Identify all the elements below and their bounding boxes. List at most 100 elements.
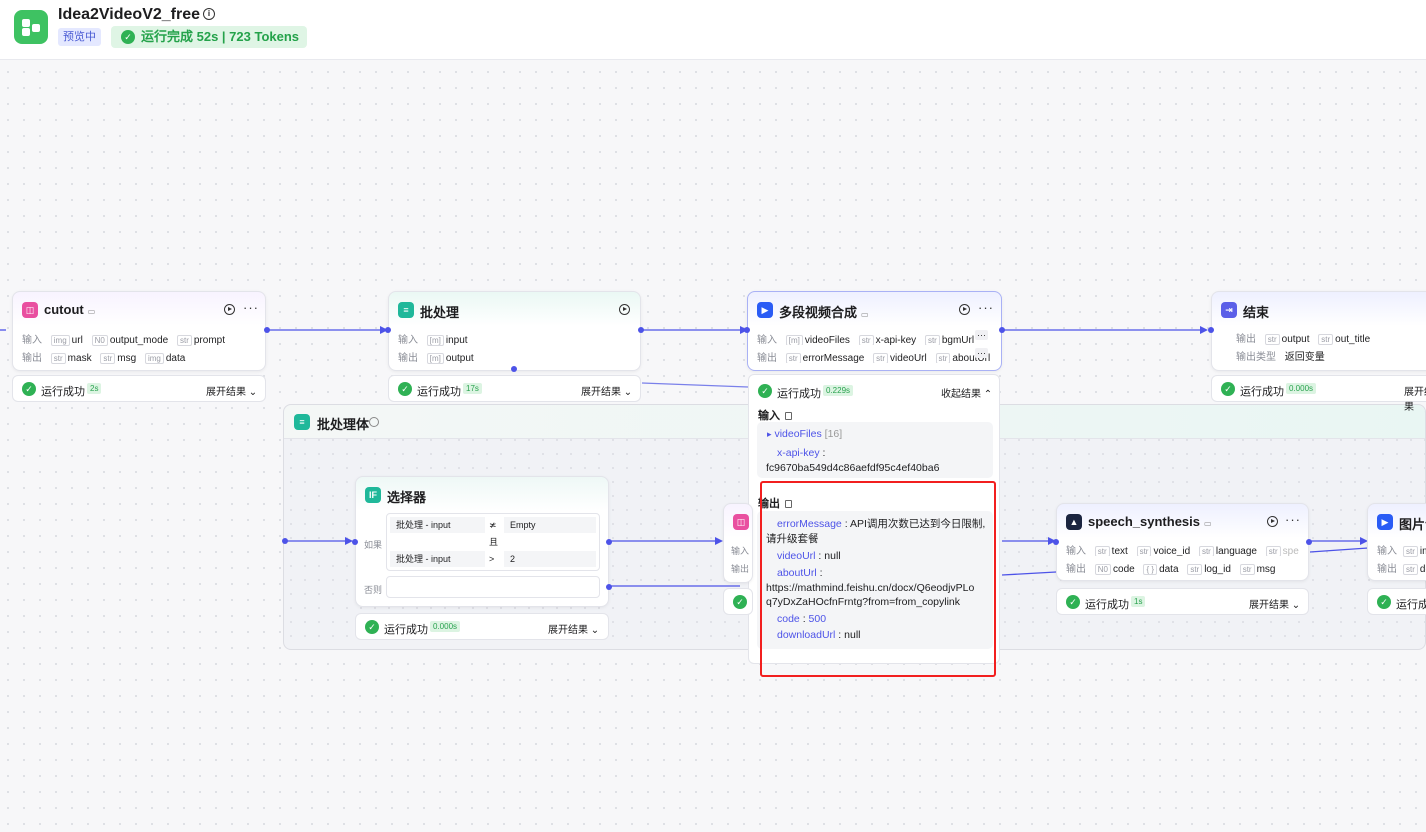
output-handle[interactable] — [264, 327, 270, 333]
expand-result-button[interactable]: 展开结果 — [1404, 383, 1426, 413]
status-text: 运行成功 — [417, 386, 461, 398]
outputs-row: 输出strdov — [1377, 564, 1426, 575]
input-handle[interactable] — [1208, 327, 1214, 333]
group-input-handle[interactable] — [282, 538, 288, 544]
outputs-row: 输出 str mask str msg img data — [22, 353, 186, 364]
inputs-row: 输入 img url N0 output_mode str prompt — [22, 335, 225, 346]
inputs-row: 输入 [m] videoFiles str x-api-key str bgmUrl — [757, 335, 975, 345]
collapse-result-button[interactable]: 收起结果 ⌃ — [941, 385, 992, 400]
condition-left: 批处理 - input — [390, 551, 485, 567]
end-result-bar[interactable]: ✓ 运行成功 0.000s 展开结果 — [1211, 375, 1426, 413]
more-icon[interactable]: ··· — [243, 300, 259, 315]
more-inputs-button[interactable]: ··· — [975, 330, 988, 340]
output-handle[interactable] — [999, 327, 1005, 333]
check-icon: ✓ — [758, 384, 772, 398]
speech-icon: ▲ — [1066, 514, 1082, 530]
chevron-up-icon: ⌃ — [983, 389, 993, 400]
duration-badge: 17s — [463, 383, 482, 394]
input-values: ▸ videoFiles [16] x-api-key : fc9670ba54… — [757, 422, 993, 478]
status-text: 运行成功 — [1085, 599, 1129, 611]
image-audio-result-bar[interactable]: ✓ 运行成 — [1367, 588, 1426, 615]
expand-result-button[interactable]: 展开结果 ⌄ — [1249, 596, 1300, 611]
node-batch[interactable]: ≡ 批处理 输入 [m] input 输出 [m] output — [385, 291, 644, 372]
node-multi-video[interactable]: ▶ 多段视频合成 ▭ ··· 输入 [m] videoFiles str x-api-… — [744, 291, 1005, 371]
speech-result-bar[interactable]: ✓ 运行成功 1s 展开结果 ⌄ — [1056, 588, 1309, 615]
arrow — [715, 537, 723, 545]
workflow-edges — [0, 326, 1369, 587]
condition-operator: > — [489, 554, 495, 564]
node-title: 结束 — [1243, 305, 1270, 320]
duration-badge: 2s — [87, 383, 102, 394]
inputs-row: 输入 str text str voice_id str language str sp… — [1066, 546, 1299, 556]
if-icon: IF — [365, 487, 381, 503]
status-text: 运行成功 — [384, 624, 428, 636]
input-handle[interactable] — [385, 327, 391, 333]
more-outputs-button[interactable]: ··· — [975, 348, 988, 358]
condition-box[interactable]: 批处理 - input ≭ Empty 且 批处理 - input > 2 — [386, 513, 600, 571]
run-node-icon[interactable] — [619, 304, 630, 315]
else-handle[interactable] — [606, 584, 612, 590]
expand-result-button[interactable]: 展开结果 ⌄ — [548, 621, 599, 636]
body-handle[interactable] — [511, 366, 517, 372]
node-speech-synthesis[interactable]: ▲ speech_synthesis ▭ ··· 输入 str text str vo… — [1053, 503, 1312, 581]
if-label: 如果 — [364, 540, 383, 550]
node-selector[interactable]: IF 选择器 如果 批处理 - input ≭ Empty 且 批处理 - in… — [352, 476, 612, 607]
duration-badge: 0.000s — [430, 621, 461, 632]
node-title: cutout — [44, 302, 84, 317]
and-label: 且 — [489, 537, 499, 547]
videofiles-row[interactable]: ▸ videoFiles [16] — [767, 427, 842, 442]
node-end[interactable]: ⇥ 结束 输出 str output str out_title 输出类型 返回变量 — [1208, 291, 1426, 371]
video-icon: ▶ — [1377, 514, 1393, 530]
check-icon: ✓ — [1221, 382, 1235, 396]
status-text: 运行成功 — [1240, 386, 1284, 398]
selector-result-bar[interactable]: ✓ 运行成功 0.000s 展开结果 ⌄ — [355, 613, 609, 640]
expand-result-button[interactable]: 展开结果 ⌄ — [206, 383, 257, 398]
check-icon: ✓ — [398, 382, 412, 396]
output-handle[interactable] — [638, 327, 644, 333]
run-node-icon[interactable] — [224, 304, 235, 315]
node-title: speech_synthesis — [1088, 514, 1201, 529]
plugin-icon: ▭ — [1204, 519, 1212, 528]
else-label: 否则 — [364, 585, 383, 595]
plugin-icon: ▭ — [87, 307, 96, 316]
chevron-down-icon: ⌄ — [590, 625, 600, 636]
more-icon[interactable]: ··· — [978, 300, 994, 315]
video-icon: ▶ — [757, 302, 773, 318]
check-icon: ✓ — [365, 620, 379, 634]
node-partial[interactable]: ◫ 输入 输出 — [723, 503, 753, 583]
arrow — [1200, 326, 1208, 334]
node-icon: ◫ — [733, 514, 749, 530]
xapikey-value: fc9670ba549d4c86aefdf95c4ef40ba6 — [766, 462, 940, 474]
exit-icon: ⇥ — [1221, 302, 1237, 318]
edge — [1001, 571, 1057, 576]
inputs-row: 输入strima — [1377, 546, 1426, 557]
run-node-icon[interactable] — [959, 304, 970, 315]
output-handle[interactable] — [606, 539, 612, 545]
condition-operator: ≭ — [489, 520, 497, 530]
node-cutout[interactable]: ◫ cutout ▭ ··· 输入 img url N0 output_mode st… — [12, 291, 270, 371]
node-image-audio[interactable]: ▶ 图片音 输入strima 输出strdov — [1367, 503, 1426, 581]
input-handle[interactable] — [1053, 539, 1059, 545]
output-handle[interactable] — [1306, 539, 1312, 545]
edge — [1309, 547, 1369, 553]
status-text: 运行成 — [1396, 599, 1426, 611]
chevron-down-icon: ⌄ — [623, 387, 633, 398]
duration-badge: 0.000s — [1286, 383, 1317, 394]
outputs-row: 输出 str output str out_title — [1236, 334, 1371, 345]
copy-icon[interactable] — [785, 412, 792, 421]
expand-result-button[interactable]: 展开结果 ⌄ — [581, 383, 632, 398]
batch-result-bar[interactable]: ✓ 运行成功 17s 展开结果 ⌄ — [388, 375, 641, 402]
partial-result-bar[interactable]: ✓ — [723, 588, 753, 615]
else-box[interactable] — [386, 576, 600, 598]
condition-right: Empty — [504, 517, 596, 533]
run-node-icon[interactable] — [1267, 516, 1278, 527]
condition-left: 批处理 - input — [390, 517, 485, 533]
node-title: 批处理 — [420, 305, 460, 320]
check-icon: ✓ — [1377, 595, 1391, 609]
cutout-result-bar[interactable]: ✓ 运行成功 2s 展开结果 ⌄ — [12, 375, 266, 402]
input-handle[interactable] — [352, 539, 358, 545]
more-icon[interactable]: ··· — [1285, 512, 1301, 527]
input-handle[interactable] — [744, 327, 750, 333]
node-title: 选择器 — [387, 490, 427, 505]
check-icon: ✓ — [22, 382, 36, 396]
